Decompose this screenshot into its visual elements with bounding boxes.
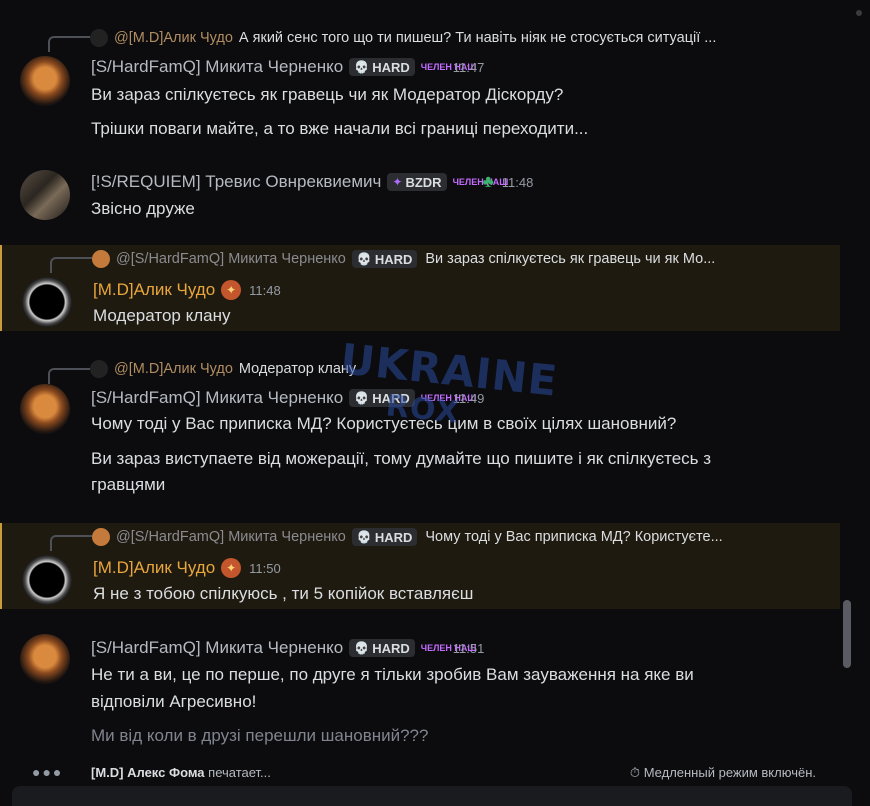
reply-text: Чому тоді у Вас приписка МД? Користуєте.… <box>425 529 723 545</box>
slowmode-status: ⏱ Медленный режим включён. <box>629 765 816 780</box>
reply-text: А який сенс того що ти пишеш? Ти навіть … <box>238 30 717 46</box>
timestamp[interactable]: 11:50 <box>249 561 281 576</box>
role-badge-icon: ЧЕЛЕН НАШ <box>420 642 477 653</box>
reply-preview[interactable]: @[S/HardFamQ] Микита Черненко 💀 HARD Чому… <box>92 527 812 547</box>
role-badge-icon: ЧЕЛЕН НАШ <box>420 61 477 72</box>
scroll-top-indicator <box>856 10 862 16</box>
reply-author[interactable]: @[S/HardFamQ] Микита Черненко <box>116 529 346 545</box>
message-text: Модератор клану <box>93 306 231 325</box>
message-text: Трішки поваги майте, а то вже начали всі… <box>91 119 589 138</box>
username[interactable]: [S/HardFamQ] Микита Черненко <box>91 388 343 408</box>
reply-preview[interactable]: @[M.D]Алик Чудо А який сенс того що ти п… <box>90 28 810 48</box>
username[interactable]: [S/HardFamQ] Микита Черненко <box>91 638 343 658</box>
reply-avatar <box>92 250 110 268</box>
username[interactable]: [M.D]Алик Чудо <box>93 558 215 578</box>
message-header: [M.D]Алик Чудо ✦ 11:50 <box>93 556 281 580</box>
timestamp[interactable]: 11:48 <box>249 283 281 298</box>
typing-indicator: ●●● [M.D] Алекс Фома печатает... ⏱ Медле… <box>0 762 850 784</box>
skull-icon: 💀 <box>356 252 372 266</box>
clover-icon: ♣ <box>482 172 494 191</box>
message-highlighted[interactable]: @[S/HardFamQ] Микита Черненко 💀 HARD Чому… <box>0 523 840 609</box>
server-tag[interactable]: ✦ BZDR <box>387 173 447 191</box>
message-header: [S/HardFamQ] Микита Черненко 💀 HARD ЧЕЛЕН… <box>91 636 484 660</box>
typing-user: [M.D] Алекс Фома печатает... <box>91 765 271 780</box>
role-badge-icon: ЧЕЛЕН НАШ <box>452 176 509 187</box>
message-input[interactable] <box>12 786 852 806</box>
timestamp[interactable]: 11:47 <box>453 60 485 75</box>
message-text: Звісно друже <box>91 199 195 218</box>
reply-text: Ви зараз спілкуєтесь як гравець чи як Мо… <box>425 251 716 267</box>
skull-icon: 💀 <box>354 641 370 655</box>
message[interactable]: [S/HardFamQ] Микита Черненко 💀 HARD ЧЕЛЕН… <box>0 625 838 755</box>
avatar[interactable] <box>20 170 70 220</box>
reply-connector <box>48 368 90 384</box>
message-header: [S/HardFamQ] Микита Черненко 💀 HARD ЧЕЛЕН… <box>91 55 484 79</box>
message-text: Не ти а ви, це по перше, по друге я тіль… <box>91 665 694 684</box>
message-text-pending: Ми від коли в друзі перешли шановний??? <box>91 726 429 745</box>
top-edge <box>0 0 870 6</box>
message-text: Я не з тобою спілкуюсь , ти 5 копійок вс… <box>93 584 474 603</box>
reply-avatar <box>90 360 108 378</box>
message-text: відповіли Агресивно! <box>91 692 257 711</box>
avatar[interactable] <box>22 555 72 605</box>
reply-author[interactable]: @[M.D]Алик Чудо <box>114 361 233 377</box>
message-text: гравцями <box>91 475 166 494</box>
username[interactable]: [!S/REQUIEM] Тревис Овнреквиемич <box>91 172 381 192</box>
shield-badge-icon: ✦ <box>221 558 242 578</box>
message-header: [!S/REQUIEM] Тревис Овнреквиемич ✦ BZDR Ч… <box>91 170 533 194</box>
message[interactable]: @[M.D]Алик Чудо А який сенс того що ти п… <box>0 24 838 144</box>
message-highlighted[interactable]: @[S/HardFamQ] Микита Черненко 💀 HARD Ви з… <box>0 245 840 331</box>
reply-preview[interactable]: @[S/HardFamQ] Микита Черненко 💀 HARD Ви з… <box>92 249 812 269</box>
timestamp[interactable]: 11:51 <box>453 641 485 656</box>
reply-connector <box>50 535 92 551</box>
avatar[interactable] <box>22 277 72 327</box>
message-header: [M.D]Алик Чудо ✦ 11:48 <box>93 278 281 302</box>
skull-icon: 💀 <box>354 60 370 74</box>
message-text: Ви зараз спілкуєтесь як гравець чи як Мо… <box>91 85 564 104</box>
typing-dots-icon: ●●● <box>32 764 64 780</box>
avatar[interactable] <box>20 56 70 106</box>
reply-connector <box>48 36 90 52</box>
message[interactable]: [!S/REQUIEM] Тревис Овнреквиемич ✦ BZDR Ч… <box>0 160 838 230</box>
avatar[interactable] <box>20 634 70 684</box>
butterfly-icon: ✦ <box>392 175 403 189</box>
shield-badge-icon: ✦ <box>221 280 242 300</box>
reply-author[interactable]: @[M.D]Алик Чудо <box>114 30 233 46</box>
scrollbar-thumb[interactable] <box>843 600 851 668</box>
reply-connector <box>50 257 92 273</box>
username[interactable]: [S/HardFamQ] Микита Черненко <box>91 57 343 77</box>
reply-author[interactable]: @[S/HardFamQ] Микита Черненко <box>116 251 346 267</box>
reply-avatar <box>90 29 108 47</box>
server-tag: 💀 HARD <box>351 250 418 268</box>
reply-avatar <box>92 528 110 546</box>
username[interactable]: [M.D]Алик Чудо <box>93 280 215 300</box>
skull-icon: 💀 <box>356 530 372 544</box>
server-tag[interactable]: 💀 HARD <box>349 58 415 76</box>
timestamp[interactable]: 11:48 <box>502 175 534 190</box>
server-tag: 💀 HARD <box>351 528 418 546</box>
message-text: Ви зараз виступаете від можерації, тому … <box>91 449 712 468</box>
server-tag[interactable]: 💀 HARD <box>349 639 415 657</box>
avatar[interactable] <box>20 384 70 434</box>
stopwatch-icon: ⏱ <box>629 765 641 780</box>
